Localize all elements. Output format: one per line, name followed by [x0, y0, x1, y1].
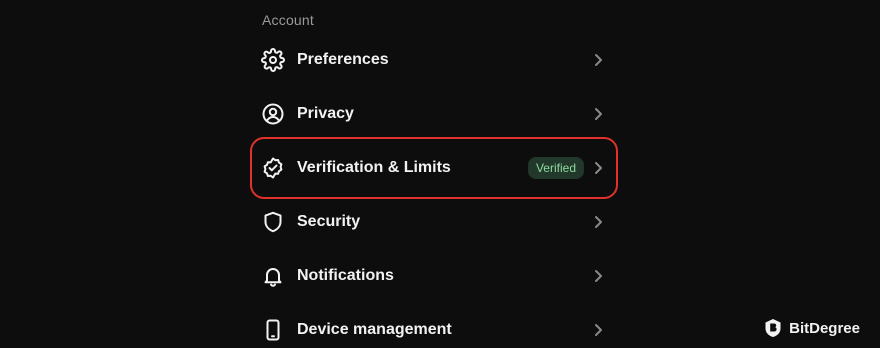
- menu-item-label: Device management: [297, 321, 452, 338]
- bitdegree-watermark: BitDegree: [764, 318, 860, 338]
- menu-item-preferences[interactable]: Preferences: [250, 33, 618, 87]
- chevron-right-icon: [592, 161, 604, 175]
- user-circle-icon: [261, 102, 285, 126]
- chevron-right-icon: [592, 215, 604, 229]
- shield-icon: [261, 210, 285, 234]
- menu-item-privacy[interactable]: Privacy: [250, 87, 618, 141]
- menu-item-device-management[interactable]: Device management: [250, 303, 618, 348]
- section-title: Account: [262, 12, 314, 28]
- menu-item-notifications[interactable]: Notifications: [250, 249, 618, 303]
- verified-badge-icon: [261, 156, 285, 180]
- bell-icon: [261, 264, 285, 288]
- phone-icon: [261, 318, 285, 342]
- chevron-right-icon: [592, 269, 604, 283]
- menu-item-label: Notifications: [297, 267, 394, 284]
- status-badge: Verified: [527, 157, 584, 179]
- menu-item-security[interactable]: Security: [250, 195, 618, 249]
- chevron-right-icon: [592, 323, 604, 337]
- chevron-right-icon: [592, 53, 604, 67]
- menu-item-label: Preferences: [297, 51, 389, 68]
- gear-icon: [261, 48, 285, 72]
- bitdegree-logo-icon: [764, 318, 782, 338]
- menu-item-label: Verification & Limits: [297, 159, 451, 176]
- chevron-right-icon: [592, 107, 604, 121]
- menu-item-verification-limits[interactable]: Verification & Limits Verified: [250, 137, 618, 199]
- menu-item-label: Security: [297, 213, 361, 230]
- menu-item-label: Privacy: [297, 105, 354, 122]
- account-menu: Preferences Privacy Verification & Limit…: [250, 33, 618, 348]
- brand-name: BitDegree: [789, 319, 860, 337]
